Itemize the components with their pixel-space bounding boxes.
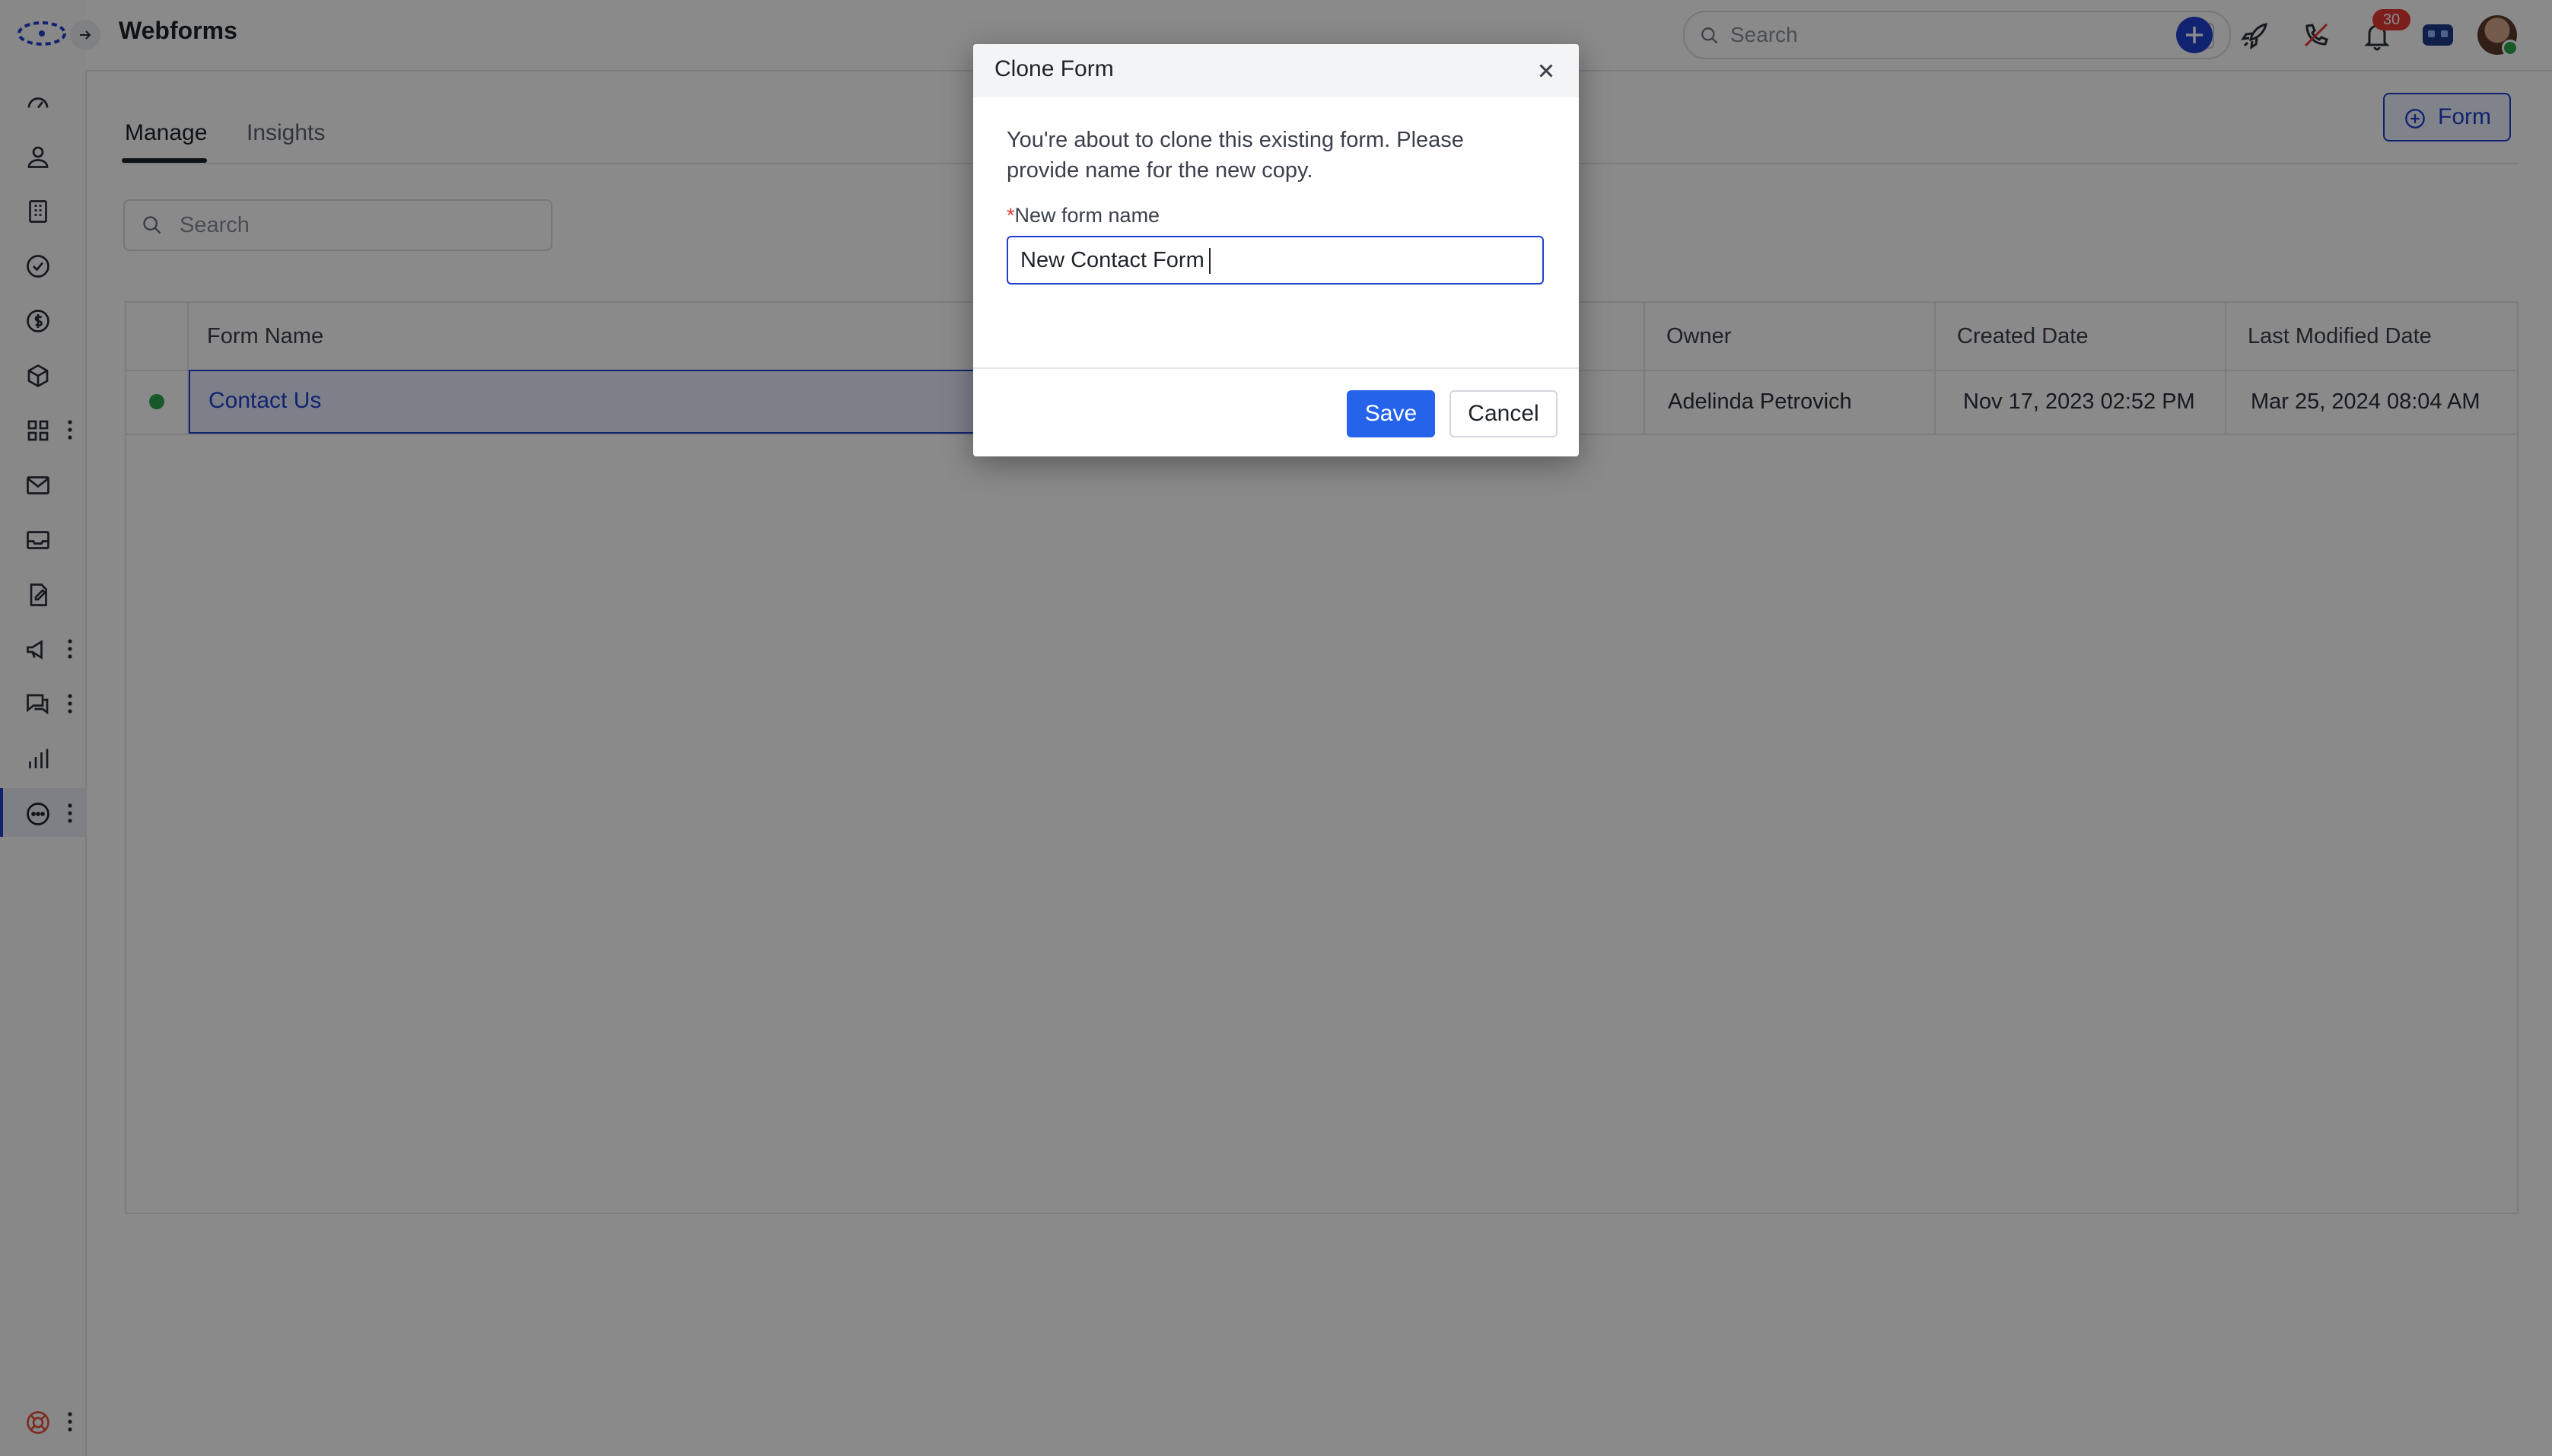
field-label-text: New form name <box>1014 204 1160 227</box>
new-form-name-input[interactable]: New Contact Form <box>1007 236 1544 285</box>
dialog-header: Clone Form <box>973 44 1579 97</box>
cancel-button[interactable]: Cancel <box>1449 390 1558 437</box>
new-form-name-label: *New form name <box>1007 204 1160 227</box>
input-value: New Contact Form <box>1020 248 1204 272</box>
save-button[interactable]: Save <box>1347 390 1435 437</box>
dialog-footer-divider <box>973 367 1579 369</box>
dialog-title: Clone Form <box>994 56 1114 81</box>
dialog-description: You're about to clone this existing form… <box>1007 128 1464 183</box>
clone-form-dialog: Clone Form You're about to clone this ex… <box>973 44 1579 456</box>
required-marker: * <box>1007 204 1015 227</box>
text-caret <box>1208 248 1211 275</box>
close-icon[interactable] <box>1532 57 1560 84</box>
